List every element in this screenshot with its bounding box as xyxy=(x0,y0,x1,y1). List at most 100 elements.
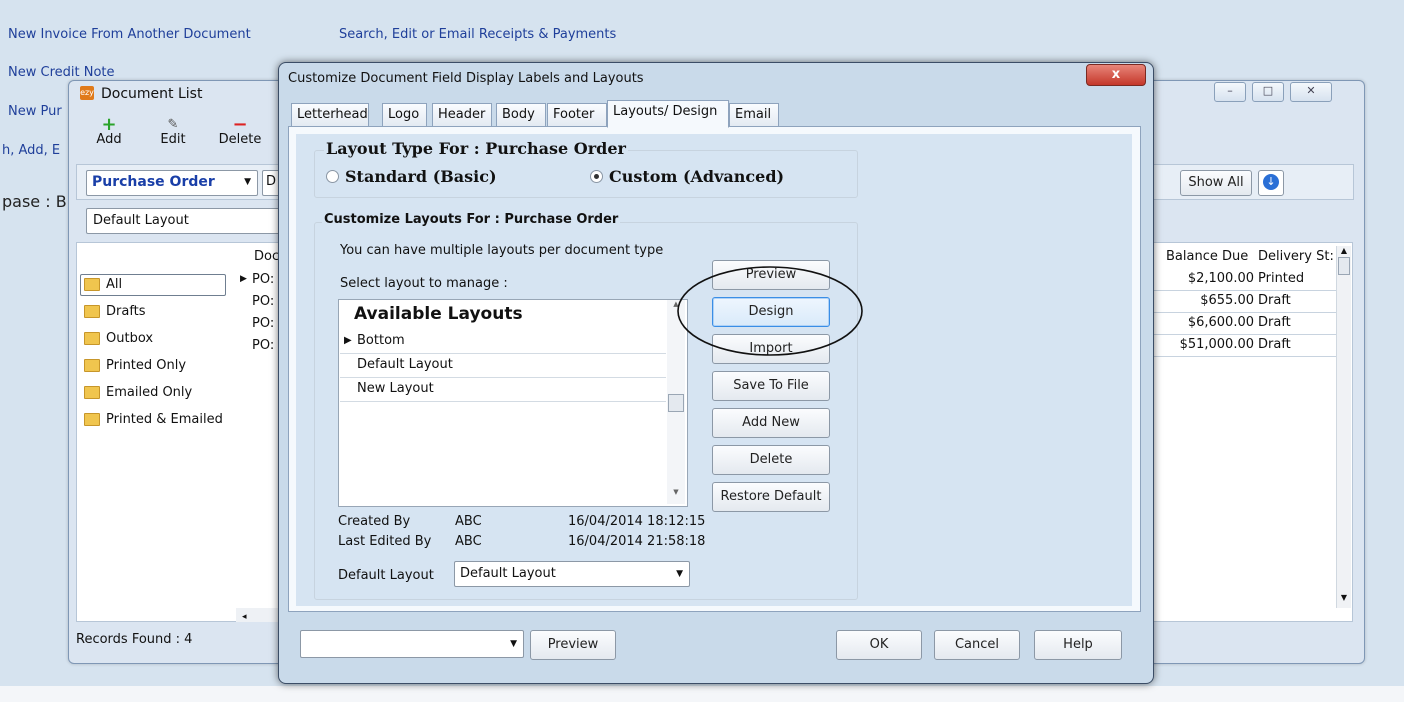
date-filter-value: D xyxy=(266,174,277,189)
radio-standard-label: Standard (Basic) xyxy=(345,167,497,186)
show-all-button[interactable]: Show All xyxy=(1180,170,1252,196)
footer-select[interactable]: ▼ xyxy=(300,630,524,658)
add-label: Add xyxy=(96,132,122,147)
folder-label: Printed Only xyxy=(106,358,187,373)
cell-delivery: Printed xyxy=(1258,271,1305,286)
tab-logo[interactable]: Logo xyxy=(382,103,427,127)
edit-label: Edit xyxy=(160,132,186,147)
dialog-title: Customize Document Field Display Labels … xyxy=(288,71,644,86)
records-found-label: Records Found : 4 xyxy=(76,632,193,647)
grid-cell-doc[interactable]: PO: xyxy=(252,338,274,353)
scroll-up-icon: ▲ xyxy=(1340,246,1348,255)
new-purchase-link[interactable]: New Pur xyxy=(8,104,62,119)
edited-date: 16/04/2014 21:58:18 xyxy=(568,534,706,549)
customize-layouts-title: Customize Layouts For : Purchase Order xyxy=(322,212,621,227)
chevron-down-icon: ▼ xyxy=(676,569,683,579)
folder-printed-only[interactable]: Printed Only xyxy=(84,358,186,373)
restore-default-button[interactable]: Restore Default xyxy=(712,482,830,512)
grid-cell-doc[interactable]: PO: xyxy=(252,272,274,287)
status-bar: Records Found : 4 xyxy=(76,632,276,652)
folder-printed-emailed[interactable]: Printed & Emailed xyxy=(84,412,223,427)
refresh-icon: ↓ xyxy=(1263,174,1279,190)
delete-layout-button[interactable]: Delete xyxy=(712,445,830,475)
table-row[interactable]: $2,100.00 Printed xyxy=(1152,268,1336,291)
grid-rows: $2,100.00 Printed $655.00 Draft $6,600.0… xyxy=(1152,268,1336,358)
radio-standard[interactable]: Standard (Basic) xyxy=(326,167,497,186)
delete-icon: − xyxy=(232,114,248,135)
chevron-down-icon: ▼ xyxy=(244,177,251,187)
default-layout-select[interactable]: Default Layout ▼ xyxy=(454,561,690,587)
cell-balance: $6,600.00 xyxy=(1187,315,1254,330)
maximize-icon[interactable]: □ xyxy=(1252,82,1284,102)
add-button[interactable]: + Add xyxy=(96,116,122,148)
folder-label: Emailed Only xyxy=(106,385,193,400)
grid-cell-doc[interactable]: PO: xyxy=(252,294,274,309)
folder-drafts[interactable]: Drafts xyxy=(84,304,146,319)
help-button[interactable]: Help xyxy=(1034,630,1122,660)
cell-balance: $655.00 xyxy=(1200,293,1254,308)
tab-letterhead[interactable]: Letterhead xyxy=(291,103,369,127)
cancel-button[interactable]: Cancel xyxy=(934,630,1020,660)
folder-outbox[interactable]: Outbox xyxy=(84,331,153,346)
column-header-delivery: Delivery St: xyxy=(1258,249,1334,264)
tab-header[interactable]: Header xyxy=(432,103,492,127)
close-icon[interactable]: ✕ xyxy=(1290,82,1332,102)
radio-custom[interactable]: Custom (Advanced) xyxy=(590,167,784,186)
folder-icon xyxy=(84,278,100,291)
dialog-close-button[interactable]: x xyxy=(1086,64,1146,86)
ok-button[interactable]: OK xyxy=(836,630,922,660)
highlight-ellipse xyxy=(677,266,863,356)
horizontal-scrollbar[interactable]: ◂ xyxy=(236,608,282,622)
cell-balance: $2,100.00 xyxy=(1187,271,1254,286)
edit-button[interactable]: ✎ Edit xyxy=(160,118,186,148)
scroll-down-icon: ▼ xyxy=(1340,593,1348,602)
folder-emailed-only[interactable]: Emailed Only xyxy=(84,385,192,400)
search-add-link[interactable]: h, Add, E xyxy=(2,143,60,158)
folder-icon xyxy=(84,413,100,426)
edited-by-label: Last Edited By xyxy=(338,534,432,549)
created-by-label: Created By xyxy=(338,514,411,529)
scroll-thumb[interactable] xyxy=(1338,257,1350,275)
vertical-scrollbar[interactable]: ▲ ▼ xyxy=(1336,246,1351,608)
delete-button[interactable]: − Delete xyxy=(216,114,264,148)
list-item[interactable]: ▶ Bottom xyxy=(340,329,666,354)
search-receipts-link[interactable]: Search, Edit or Email Receipts & Payment… xyxy=(339,27,616,42)
scroll-left-icon: ◂ xyxy=(242,612,247,622)
radio-custom-label: Custom (Advanced) xyxy=(609,167,785,186)
new-invoice-from-document-link[interactable]: New Invoice From Another Document xyxy=(8,27,251,42)
tab-layouts-design[interactable]: Layouts/ Design xyxy=(607,100,729,128)
tab-email[interactable]: Email xyxy=(729,103,779,127)
add-new-button[interactable]: Add New xyxy=(712,408,830,438)
save-to-file-button[interactable]: Save To File xyxy=(712,371,830,401)
list-item[interactable]: New Layout xyxy=(340,377,666,402)
info-text: You can have multiple layouts per docume… xyxy=(340,243,664,258)
new-credit-note-link[interactable]: New Credit Note xyxy=(8,65,115,80)
folder-all[interactable]: All xyxy=(84,277,122,292)
folder-panel xyxy=(76,242,238,622)
table-row[interactable]: $6,600.00 Draft xyxy=(1152,312,1336,335)
document-type-select[interactable]: Purchase Order ▼ xyxy=(86,170,258,196)
folder-icon xyxy=(84,305,100,318)
cell-balance: $51,000.00 xyxy=(1179,337,1254,352)
refresh-button[interactable]: ↓ xyxy=(1258,170,1284,196)
document-list-title: Document List xyxy=(101,86,203,102)
scroll-thumb[interactable] xyxy=(668,394,684,412)
tab-footer[interactable]: Footer xyxy=(547,103,607,127)
minimize-icon[interactable]: – xyxy=(1214,82,1246,102)
list-header: Available Layouts xyxy=(354,304,523,324)
tab-body[interactable]: Body xyxy=(496,103,546,127)
layout-name: Bottom xyxy=(357,333,405,348)
list-item[interactable]: Default Layout xyxy=(340,353,666,378)
document-type-value: Purchase Order xyxy=(92,174,215,190)
grid-cell-doc[interactable]: PO: xyxy=(252,316,274,331)
footer-preview-button[interactable]: Preview xyxy=(530,630,616,660)
folder-label: Outbox xyxy=(106,331,154,346)
chevron-down-icon: ▼ xyxy=(510,639,517,649)
created-by-value: ABC xyxy=(455,514,482,529)
layout-select[interactable]: Default Layout xyxy=(86,208,284,234)
column-header-balance: Balance Due xyxy=(1166,249,1249,264)
table-row[interactable]: $51,000.00 Draft xyxy=(1152,334,1336,357)
table-row[interactable]: $655.00 Draft xyxy=(1152,290,1336,313)
folder-icon xyxy=(84,359,100,372)
layout-type-title: Layout Type For : Purchase Order xyxy=(324,139,628,158)
